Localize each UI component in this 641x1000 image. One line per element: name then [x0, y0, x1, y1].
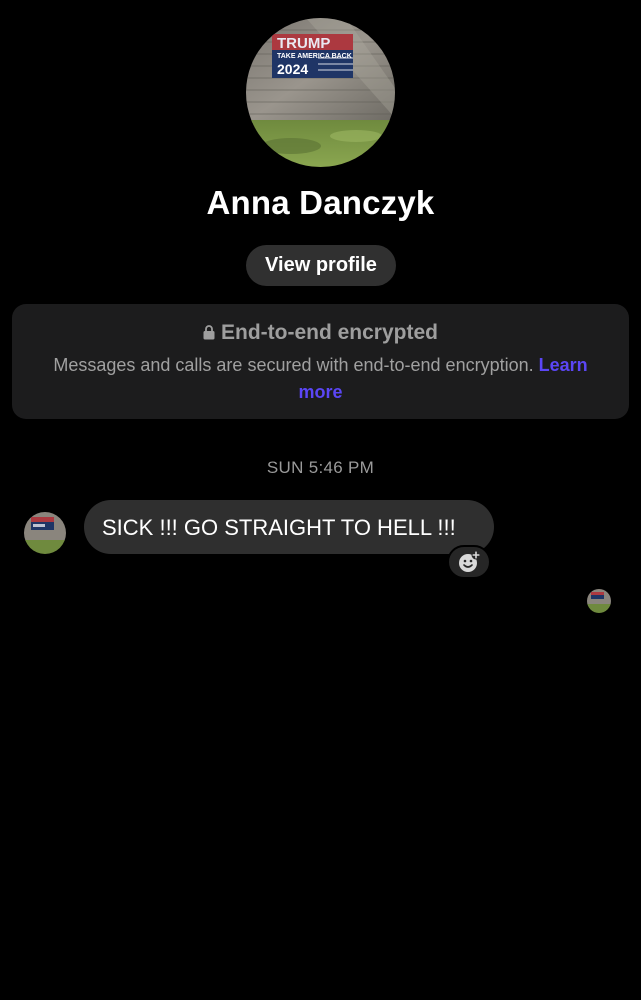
svg-text:TAKE AMERICA BACK: TAKE AMERICA BACK — [277, 53, 352, 60]
message-bubble[interactable]: SICK !!! GO STRAIGHT TO HELL !!! — [84, 500, 494, 554]
view-profile-button[interactable]: View profile — [246, 245, 396, 286]
lock-icon — [203, 325, 215, 340]
read-receipt-avatar — [587, 589, 611, 613]
svg-text:TRUMP: TRUMP — [277, 35, 330, 52]
encryption-title: End-to-end encrypted — [12, 321, 629, 345]
encryption-notice: End-to-end encrypted Messages and calls … — [12, 304, 629, 419]
sender-avatar-icon — [24, 512, 66, 554]
sender-avatar[interactable] — [24, 512, 66, 554]
add-reaction-icon — [457, 550, 481, 574]
encryption-title-text: End-to-end encrypted — [220, 321, 438, 344]
read-receipt-avatar-icon — [587, 589, 611, 613]
encryption-description: Messages and calls are secured with end-… — [32, 352, 609, 406]
svg-text:2024: 2024 — [277, 61, 308, 77]
profile-avatar[interactable]: TRUMP TAKE AMERICA BACK 2024 — [246, 18, 395, 167]
contact-name: Anna Danczyk — [206, 184, 435, 221]
encryption-description-text: Messages and calls are secured with end-… — [53, 355, 534, 375]
message-text: SICK !!! GO STRAIGHT TO HELL !!! — [102, 515, 456, 540]
profile-photo-icon: TRUMP TAKE AMERICA BACK 2024 — [246, 18, 395, 167]
message-timestamp: SUN 5:46 PM — [266, 458, 375, 477]
add-reaction-button[interactable] — [447, 545, 491, 579]
